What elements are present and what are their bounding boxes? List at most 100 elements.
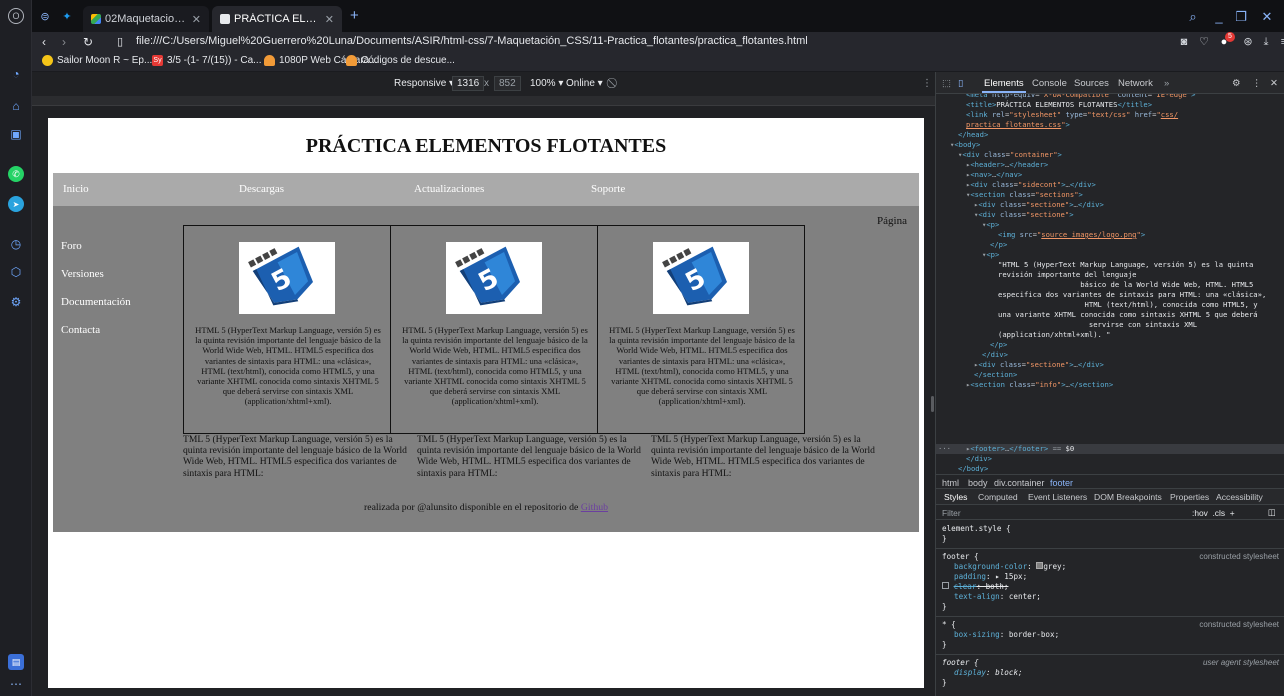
rule-source[interactable]: constructed stylesheet: [1199, 620, 1279, 630]
side-link-foro[interactable]: Foro: [61, 240, 82, 252]
side-link-contacta[interactable]: Contacta: [61, 324, 100, 336]
side-link-documentacion[interactable]: Documentación: [61, 296, 131, 308]
twitch-icon[interactable]: ▣: [8, 126, 24, 142]
forward-icon[interactable]: ›: [56, 34, 72, 50]
reload-icon[interactable]: ↻: [80, 34, 96, 50]
nav-actualizaciones[interactable]: Actualizaciones: [414, 183, 484, 195]
tab-event-listeners[interactable]: Event Listeners: [1028, 492, 1087, 502]
more-options-icon[interactable]: ⋮: [922, 78, 932, 89]
device-mode-select[interactable]: Responsive ▾: [394, 78, 454, 89]
styles-pane[interactable]: element.style { } footer { constructed s…: [936, 520, 1284, 696]
close-window-icon[interactable]: ✕: [1258, 8, 1276, 26]
section-paragraph: HTML 5 (HyperText Markup Language, versi…: [195, 325, 381, 407]
bookmark-codigos[interactable]: Códigos de descue...: [346, 55, 455, 66]
bookmark-label: 3/5 -(1- 7/(15)) - Ca...: [167, 55, 262, 66]
close-tab-icon[interactable]: ✕: [325, 13, 334, 26]
styles-filter-row: Filter :hov .cls + ◫: [936, 504, 1284, 520]
device-toggle-icon[interactable]: ▯: [958, 78, 963, 89]
side-link-versiones[interactable]: Versiones: [61, 268, 104, 280]
devtools-resize-handle[interactable]: [931, 396, 934, 412]
back-icon[interactable]: ‹: [36, 34, 52, 50]
tab-network[interactable]: Network: [1118, 78, 1153, 89]
heart-icon[interactable]: ♡: [1196, 34, 1212, 50]
more-tabs-icon[interactable]: »: [1164, 78, 1169, 89]
bookmark-calculadora[interactable]: Sy 3/5 -(1- 7/(15)) - Ca...: [152, 55, 261, 66]
rule-source[interactable]: constructed stylesheet: [1199, 552, 1279, 562]
crumb-footer[interactable]: footer: [1050, 478, 1073, 488]
cube-icon[interactable]: ⬡: [8, 264, 24, 280]
nav-inicio[interactable]: Inicio: [63, 183, 89, 195]
vpn-icon[interactable]: ⊛: [1240, 34, 1256, 50]
symbolab-icon: Sy: [152, 55, 163, 66]
styles-filter-tools[interactable]: :hov .cls +: [1192, 508, 1235, 518]
twitter-icon[interactable]: ✦: [60, 10, 74, 24]
close-tab-icon[interactable]: ✕: [192, 13, 201, 26]
tab-console[interactable]: Console: [1032, 78, 1067, 89]
tab-computed[interactable]: Computed: [978, 492, 1018, 502]
address-bar: ‹ › ↻ ▯ file:///C:/Users/Miguel%20Guerre…: [32, 32, 1284, 52]
tab-bar: ⊜ ✦ 02Maquetacion tradicional ✕ PRÁCTICA…: [32, 0, 1284, 32]
tab-accessibility[interactable]: Accessibility: [1216, 492, 1263, 502]
rule-source: user agent stylesheet: [1202, 658, 1279, 667]
tab-styles[interactable]: Styles: [944, 492, 967, 502]
download-icon[interactable]: ⤓: [1258, 34, 1274, 50]
browser-window: O ◔ ⌂ ▣ ✆ ➤ ◷ ⬡ ⚙ ▤ ⋯ ⊜ ✦ 02Maquetacion …: [0, 0, 1284, 696]
content-area: Página Foro Versiones Documentación Cont…: [53, 206, 919, 532]
history-icon[interactable]: ◷: [8, 236, 24, 252]
viewport-width-input[interactable]: 1316: [452, 76, 485, 91]
info-paragraph: TML 5 (HyperText Markup Language, versió…: [651, 434, 875, 479]
crumb-container[interactable]: div.container: [994, 478, 1044, 488]
page-info-icon[interactable]: ▯: [112, 34, 128, 50]
search-icon[interactable]: ⌕: [1184, 8, 1202, 26]
speed-dial-icon[interactable]: ◔: [8, 66, 24, 82]
devtools-close-icon[interactable]: ✕: [1270, 78, 1278, 89]
elements-tree[interactable]: <meta http-equiv="X-UA-Compatible" conte…: [936, 94, 1284, 472]
nav-descargas[interactable]: Descargas: [239, 183, 284, 195]
zoom-select[interactable]: 100% ▾: [530, 78, 563, 89]
whatsapp-icon[interactable]: ✆: [8, 166, 24, 182]
bookmarks-bar: Sailor Moon R ~ Ep... Sy 3/5 -(1- 7/(15)…: [32, 52, 1284, 72]
more-dots-icon[interactable]: ⋯: [8, 676, 24, 692]
tab-label: 02Maquetacion tradicional: [105, 13, 186, 25]
tab-search-icon[interactable]: ⊜: [38, 10, 52, 24]
crumb-html[interactable]: html: [942, 478, 959, 488]
opera-logo-icon[interactable]: O: [8, 8, 24, 24]
file-icon: [220, 14, 230, 24]
url-field[interactable]: file:///C:/Users/Miguel%20Guerrero%20Lun…: [136, 35, 808, 47]
menu-icon[interactable]: ≡: [1276, 34, 1284, 50]
crumb-body[interactable]: body: [968, 478, 988, 488]
devtools-settings-icon[interactable]: ⚙: [1232, 78, 1241, 89]
tab-maquetacion[interactable]: 02Maquetacion tradicional ✕: [83, 6, 209, 32]
media-query-ruler[interactable]: [32, 96, 935, 106]
minimize-icon[interactable]: _: [1210, 8, 1228, 26]
tab-properties[interactable]: Properties: [1170, 492, 1209, 502]
tab-sources[interactable]: Sources: [1074, 78, 1109, 89]
toggle-sidebar-icon[interactable]: ◫: [1268, 507, 1276, 517]
shopping-bag-icon[interactable]: ⌂: [8, 98, 24, 114]
bookmark-favicon-icon: [42, 55, 53, 66]
tab-dom-breakpoints[interactable]: DOM Breakpoints: [1094, 492, 1162, 502]
camera-icon[interactable]: ◙: [1176, 34, 1192, 50]
github-link[interactable]: Github: [581, 502, 608, 513]
html5-logo-image: 5: [239, 242, 335, 314]
emulated-page: PRÁCTICA ELEMENTOS FLOTANTES Inicio Desc…: [48, 118, 924, 688]
network-throttle-select[interactable]: Online ▾: [566, 78, 603, 89]
tab-practica-active[interactable]: PRÁCTICA ELEMENTOS FLO ✕: [212, 6, 342, 32]
footer-text: realizada por @alunsito disponible en el…: [363, 502, 581, 513]
inspect-icon[interactable]: ⬚: [942, 78, 951, 89]
section-paragraph: HTML 5 (HyperText Markup Language, versi…: [402, 325, 588, 407]
sidebar-panel-icon[interactable]: ▤: [8, 654, 24, 670]
bookmark-sailor-moon[interactable]: Sailor Moon R ~ Ep...: [42, 55, 152, 66]
styles-filter-input[interactable]: Filter: [942, 508, 961, 518]
tab-elements[interactable]: Elements: [982, 78, 1026, 93]
viewport-height-input[interactable]: 852: [494, 76, 521, 91]
section-paragraph: HTML 5 (HyperText Markup Language, versi…: [609, 325, 795, 407]
telegram-icon[interactable]: ➤: [8, 196, 24, 212]
page-title: PRÁCTICA ELEMENTOS FLOTANTES: [305, 135, 667, 157]
new-tab-button[interactable]: +: [350, 8, 366, 24]
nav-soporte[interactable]: Soporte: [591, 183, 625, 195]
settings-icon[interactable]: ⚙: [8, 294, 24, 310]
devtools-menu-icon[interactable]: ⋮: [1252, 78, 1262, 89]
pagina-label: Página: [877, 215, 907, 227]
maximize-icon[interactable]: ❐: [1232, 8, 1250, 26]
